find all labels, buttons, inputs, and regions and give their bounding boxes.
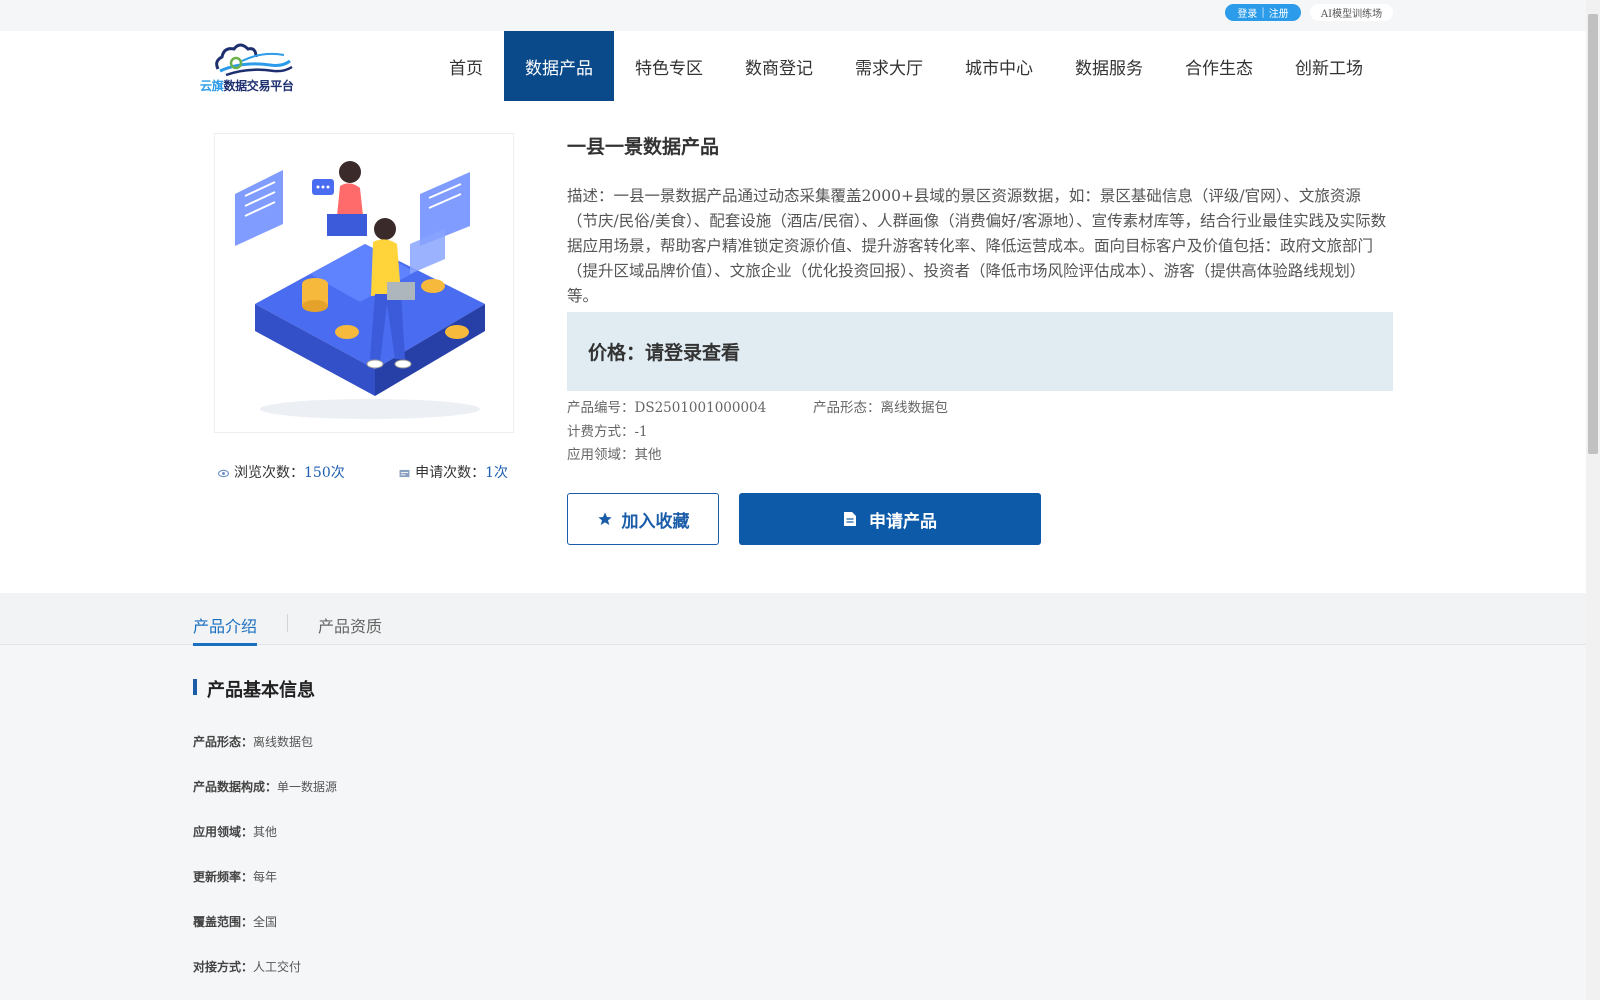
tab-divider xyxy=(287,614,288,632)
auth-separator: | xyxy=(1261,7,1265,18)
info-value: 其他 xyxy=(253,825,278,839)
applies-stat: 申请次数：1次 xyxy=(399,462,508,482)
info-key: 覆盖范围： xyxy=(193,915,254,929)
add-favorite-button[interactable]: 加入收藏 xyxy=(567,493,719,545)
info-value: 全国 xyxy=(253,915,278,929)
info-key: 产品数据构成： xyxy=(193,780,278,794)
tab-product-intro[interactable]: 产品介绍 xyxy=(193,613,258,646)
meta-form-label: 产品形态： xyxy=(813,400,881,416)
login-link[interactable]: 登录 xyxy=(1237,5,1257,20)
info-row-composition: 产品数据构成：单一数据源 xyxy=(193,778,337,795)
info-key: 更新频率： xyxy=(193,870,254,884)
apply-product-button[interactable]: 申请产品 xyxy=(739,493,1041,545)
meta-domain: 应用领域：其他 xyxy=(567,443,662,463)
meta-form-value: 离线数据包 xyxy=(880,400,949,416)
info-key: 对接方式： xyxy=(193,960,254,974)
info-value: 每年 xyxy=(253,870,278,884)
product-title: 一县一景数据产品 xyxy=(567,136,720,158)
views-label: 浏览次数： xyxy=(234,465,304,481)
logo-text: 云旗数据交易平台 xyxy=(200,77,294,94)
meta-code-value: DS2501001000004 xyxy=(634,400,767,416)
product-detail-panel: 浏览次数：150次 申请次数：1次 一县一景数据产品 描述：一县一景数据产品通过… xyxy=(0,103,1586,593)
product-description: 描述：一县一景数据产品通过动态采集覆盖2000+县域的景区资源数据，如：景区基础… xyxy=(567,187,1387,305)
views-stat: 浏览次数：150次 xyxy=(218,462,345,482)
meta-billing-value: -1 xyxy=(634,424,648,440)
info-row-coverage: 覆盖范围：全国 xyxy=(193,913,277,930)
price-label: 价格：请登录查看 xyxy=(588,342,741,364)
tab-product-qualification[interactable]: 产品资质 xyxy=(318,613,382,643)
main-nav: 首页 数据产品 特色专区 数商登记 需求大厅 城市中心 数据服务 合作生态 创新… xyxy=(428,31,1384,101)
card-icon xyxy=(399,469,410,477)
info-row-delivery: 对接方式：人工交付 xyxy=(193,958,301,975)
meta-form: 产品形态：离线数据包 xyxy=(813,396,948,416)
meta-domain-label: 应用领域： xyxy=(567,447,635,463)
scrollbar-thumb[interactable] xyxy=(1588,14,1598,454)
nav-item-ecosystem[interactable]: 合作生态 xyxy=(1164,31,1274,101)
register-link[interactable]: 注册 xyxy=(1269,5,1289,20)
nav-item-city-center[interactable]: 城市中心 xyxy=(944,31,1054,101)
nav-item-merchant-registration[interactable]: 数商登记 xyxy=(724,31,834,101)
add-favorite-label: 加入收藏 xyxy=(621,511,690,532)
meta-billing: 计费方式：-1 xyxy=(567,420,648,440)
info-value: 人工交付 xyxy=(253,960,302,974)
cloud-logo-icon xyxy=(215,43,293,77)
applies-count: 1次 xyxy=(485,465,508,481)
auth-pill: 登录 | 注册 xyxy=(1225,4,1301,21)
site-logo[interactable]: 云旗数据交易平台 xyxy=(200,41,300,93)
nav-item-data-services[interactable]: 数据服务 xyxy=(1054,31,1164,101)
page-scrollbar[interactable] xyxy=(1586,0,1600,1000)
ai-training-link[interactable]: AI模型训练场 xyxy=(1310,4,1393,21)
nav-item-innovation-workshop[interactable]: 创新工场 xyxy=(1274,31,1384,101)
info-value: 离线数据包 xyxy=(253,735,314,749)
product-stats: 浏览次数：150次 申请次数：1次 xyxy=(218,462,508,482)
info-key: 产品形态： xyxy=(193,735,254,749)
star-icon xyxy=(597,512,612,525)
nav-item-demand-hall[interactable]: 需求大厅 xyxy=(834,31,944,101)
info-row-update-frequency: 更新频率：每年 xyxy=(193,868,277,885)
product-image xyxy=(214,133,514,433)
logo-brand: 云旗 xyxy=(200,79,224,93)
document-icon xyxy=(844,512,856,526)
meta-code-label: 产品编号： xyxy=(567,400,635,416)
nav-item-data-products[interactable]: 数据产品 xyxy=(504,31,614,101)
meta-billing-label: 计费方式： xyxy=(567,424,635,440)
detail-tabs: 产品介绍 产品资质 xyxy=(0,593,1586,646)
basic-info-title: 产品基本信息 xyxy=(193,676,315,702)
top-utility-bar: 登录 | 注册 AI模型训练场 xyxy=(0,0,1586,31)
product-illustration xyxy=(235,161,485,419)
eye-icon xyxy=(218,469,229,477)
info-row-form: 产品形态：离线数据包 xyxy=(193,733,313,750)
views-count: 150次 xyxy=(304,465,345,481)
applies-label: 申请次数： xyxy=(415,465,486,481)
nav-item-featured-zone[interactable]: 特色专区 xyxy=(614,31,724,101)
info-row-domain: 应用领域：其他 xyxy=(193,823,277,840)
nav-item-home[interactable]: 首页 xyxy=(428,31,504,101)
meta-code: 产品编号：DS2501001000004 xyxy=(567,396,766,416)
price-box: 价格：请登录查看 xyxy=(567,312,1393,391)
apply-product-label: 申请产品 xyxy=(869,511,937,532)
info-key: 应用领域： xyxy=(193,825,254,839)
info-value: 单一数据源 xyxy=(277,780,338,794)
site-header: 云旗数据交易平台 首页 数据产品 特色专区 数商登记 需求大厅 城市中心 数据服… xyxy=(0,31,1586,103)
meta-domain-value: 其他 xyxy=(634,447,662,463)
logo-name: 数据交易平台 xyxy=(223,79,294,93)
